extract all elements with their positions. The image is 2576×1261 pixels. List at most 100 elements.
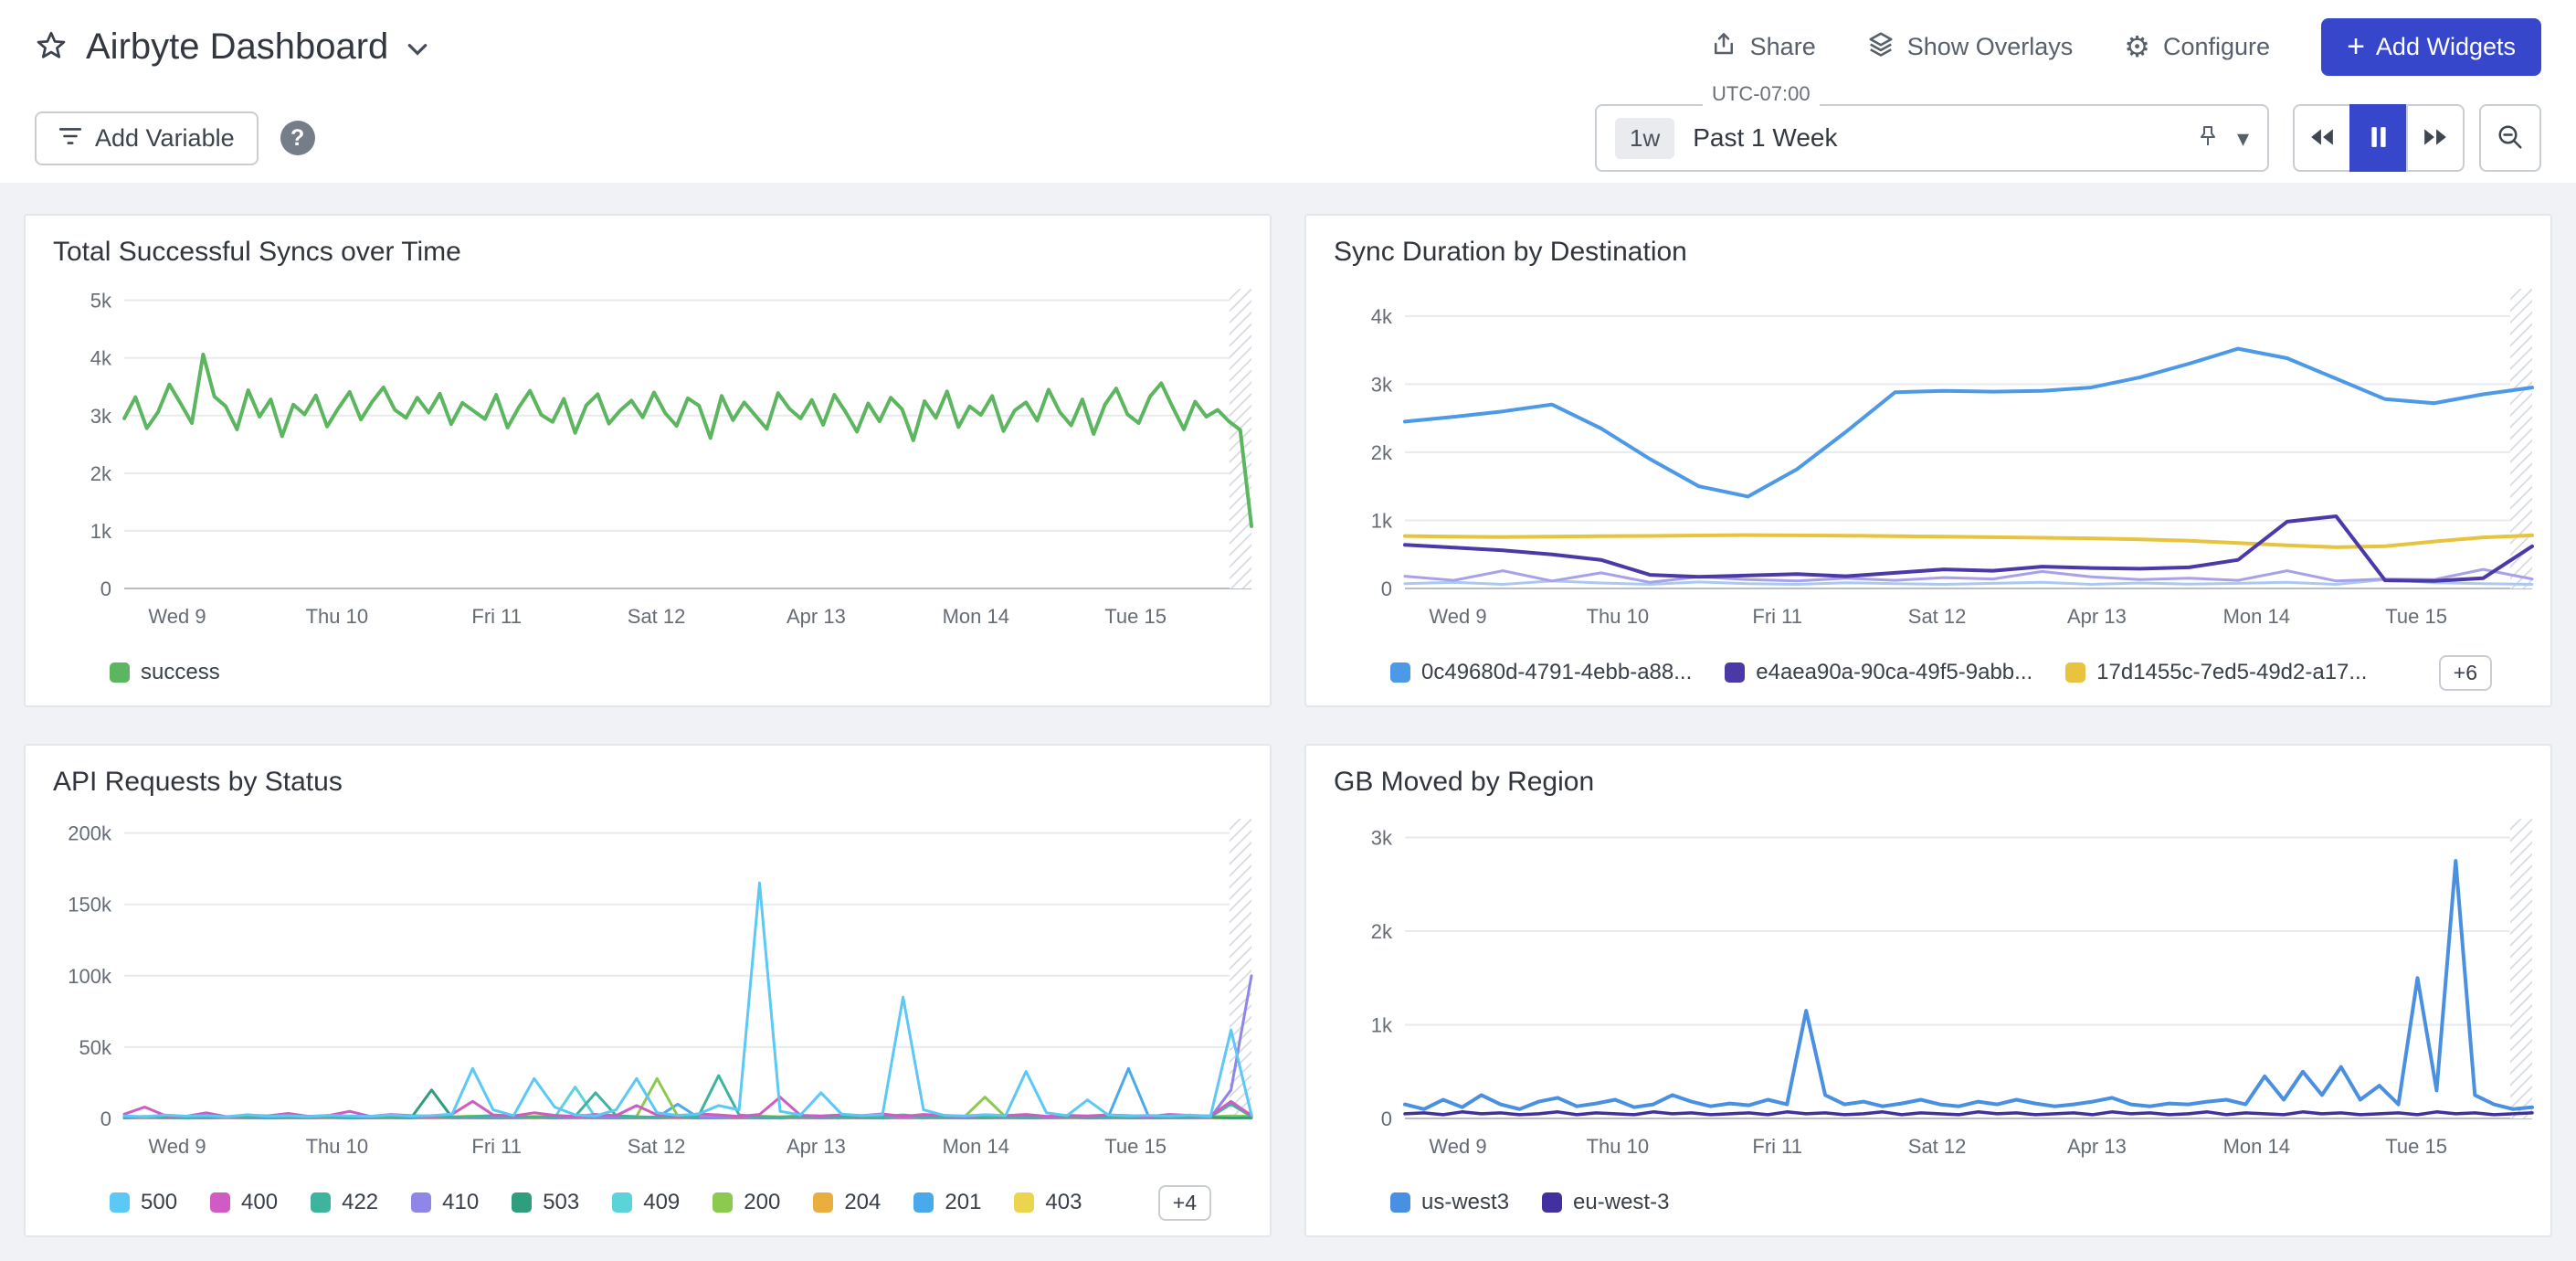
title-chevron-down-icon[interactable] [406, 37, 428, 57]
configure-button[interactable]: ⚙ Configure [2124, 32, 2270, 61]
page-title: Airbyte Dashboard [86, 26, 388, 68]
chart-sync-duration[interactable]: 01k2k3k4kWed 9Thu 10Fri 11Sat 12Apr 13Mo… [1314, 274, 2543, 640]
time-range-preset-chip[interactable]: 1w [1615, 118, 1674, 159]
legend-overflow-badge[interactable]: +6 [2439, 655, 2492, 691]
svg-text:4k: 4k [90, 347, 112, 370]
legend-swatch-icon [411, 1192, 431, 1213]
widget-sync-duration: Sync Duration by Destination 01k2k3k4kWe… [1304, 214, 2552, 707]
svg-text:0: 0 [1381, 578, 1392, 600]
svg-text:Apr 13: Apr 13 [787, 605, 846, 628]
legend-item[interactable]: 0c49680d-4791-4ebb-a88... [1390, 660, 1692, 685]
pin-icon[interactable] [2197, 124, 2219, 153]
legend-item[interactable]: 403 [1014, 1190, 1082, 1215]
legend-swatch-icon [1542, 1192, 1562, 1213]
show-overlays-button[interactable]: Show Overlays [1867, 30, 2074, 64]
legend-label: 410 [442, 1190, 479, 1215]
help-button[interactable]: ? [280, 121, 315, 155]
widget-gb-moved: GB Moved by Region 01k2k3kWed 9Thu 10Fri… [1304, 744, 2552, 1237]
svg-text:3k: 3k [1371, 827, 1393, 850]
legend-gb-moved: us-west3 eu-west-3 [1306, 1170, 2550, 1235]
legend-swatch-icon [210, 1192, 230, 1213]
svg-text:Mon 14: Mon 14 [943, 605, 1009, 628]
legend-item[interactable]: 409 [612, 1190, 680, 1215]
svg-text:Tue 15: Tue 15 [2385, 605, 2447, 628]
add-widgets-button[interactable]: + Add Widgets [2321, 18, 2541, 76]
svg-text:Thu 10: Thu 10 [1587, 1135, 1650, 1158]
question-mark-icon: ? [290, 125, 304, 152]
legend-sync-duration: 0c49680d-4791-4ebb-a88... e4aea90a-90ca-4… [1306, 640, 2550, 705]
legend-item[interactable]: e4aea90a-90ca-49f5-9abb... [1725, 660, 2032, 685]
legend-swatch-icon [713, 1192, 733, 1213]
legend-swatch-icon [1390, 662, 1410, 683]
svg-text:Tue 15: Tue 15 [1104, 1135, 1167, 1158]
rewind-button[interactable] [2293, 104, 2351, 172]
svg-text:2k: 2k [1371, 920, 1393, 943]
chart-gb-moved[interactable]: 01k2k3kWed 9Thu 10Fri 11Sat 12Apr 13Mon … [1314, 804, 2543, 1170]
pause-button[interactable] [2349, 104, 2408, 172]
legend-item[interactable]: 400 [210, 1190, 278, 1215]
fast-forward-button[interactable] [2406, 104, 2465, 172]
legend-item[interactable]: success [110, 660, 220, 685]
picker-icons: ▾ [2197, 124, 2249, 153]
legend-swatch-icon [813, 1192, 833, 1213]
add-variable-label: Add Variable [95, 124, 235, 153]
favorite-star-button[interactable] [35, 29, 68, 65]
legend-label: 204 [844, 1190, 881, 1215]
legend-item[interactable]: 422 [311, 1190, 378, 1215]
chart-total-successful-syncs[interactable]: 01k2k3k4k5kWed 9Thu 10Fri 11Sat 12Apr 13… [33, 274, 1262, 640]
rewind-icon [2309, 127, 2335, 150]
utc-offset-label: UTC-07:00 [1703, 82, 1820, 106]
svg-text:Wed 9: Wed 9 [148, 1135, 206, 1158]
legend-swatch-icon [913, 1192, 934, 1213]
legend-item[interactable]: 204 [813, 1190, 881, 1215]
svg-text:3k: 3k [90, 405, 112, 428]
legend-item[interactable]: 503 [512, 1190, 579, 1215]
svg-text:Sat 12: Sat 12 [1908, 1135, 1967, 1158]
legend-overflow-badge[interactable]: +4 [1158, 1185, 1211, 1221]
legend-item[interactable]: us-west3 [1390, 1190, 1509, 1215]
add-widgets-label: Add Widgets [2376, 33, 2516, 61]
svg-text:5k: 5k [90, 290, 112, 313]
legend-item[interactable]: 200 [713, 1190, 780, 1215]
svg-text:Tue 15: Tue 15 [2385, 1135, 2447, 1158]
add-variable-button[interactable]: Add Variable [35, 111, 259, 165]
svg-text:Thu 10: Thu 10 [306, 1135, 369, 1158]
legend-label: 0c49680d-4791-4ebb-a88... [1421, 660, 1692, 685]
fast-forward-icon [2423, 127, 2448, 150]
legend-label: 200 [744, 1190, 780, 1215]
legend-label: 422 [342, 1190, 378, 1215]
legend-swatch-icon [110, 1192, 130, 1213]
legend-item[interactable]: 500 [110, 1190, 177, 1215]
legend-label: 503 [543, 1190, 579, 1215]
legend-item[interactable]: eu-west-3 [1542, 1190, 1669, 1215]
header: Airbyte Dashboard Share Show Overlays [0, 0, 2576, 93]
zoom-out-button[interactable] [2479, 104, 2541, 172]
legend-swatch-icon [311, 1192, 331, 1213]
plus-icon: + [2347, 37, 2365, 57]
chevron-down-icon[interactable]: ▾ [2237, 124, 2249, 153]
svg-text:200k: 200k [68, 822, 112, 845]
legend-item[interactable]: 17d1455c-7ed5-49d2-a17... [2065, 660, 2367, 685]
filter-icon [58, 124, 82, 153]
widget-grid: Total Successful Syncs over Time 01k2k3k… [0, 183, 2576, 1237]
svg-text:3k: 3k [1371, 373, 1393, 396]
legend-swatch-icon [512, 1192, 532, 1213]
legend-label: success [141, 660, 220, 685]
time-range-picker[interactable]: 1w Past 1 Week ▾ [1595, 104, 2269, 172]
legend-item[interactable]: 201 [913, 1190, 981, 1215]
svg-text:Mon 14: Mon 14 [2223, 605, 2290, 628]
share-button[interactable]: Share [1710, 30, 1816, 64]
svg-text:Apr 13: Apr 13 [2067, 1135, 2127, 1158]
time-nav-group [2293, 104, 2465, 172]
time-range-label: Past 1 Week [1693, 123, 1837, 153]
chart-api-requests[interactable]: 050k100k150k200kWed 9Thu 10Fri 11Sat 12A… [33, 804, 1262, 1170]
svg-text:Fri 11: Fri 11 [1752, 605, 1802, 628]
svg-text:2k: 2k [1371, 441, 1393, 464]
widget-total-successful-syncs: Total Successful Syncs over Time 01k2k3k… [24, 214, 1272, 707]
svg-text:1k: 1k [90, 520, 112, 543]
legend-label: eu-west-3 [1573, 1190, 1669, 1215]
legend-label: e4aea90a-90ca-49f5-9abb... [1756, 660, 2032, 685]
svg-text:Wed 9: Wed 9 [148, 605, 206, 628]
legend-total-successful-syncs: success [26, 640, 1270, 705]
legend-item[interactable]: 410 [411, 1190, 479, 1215]
